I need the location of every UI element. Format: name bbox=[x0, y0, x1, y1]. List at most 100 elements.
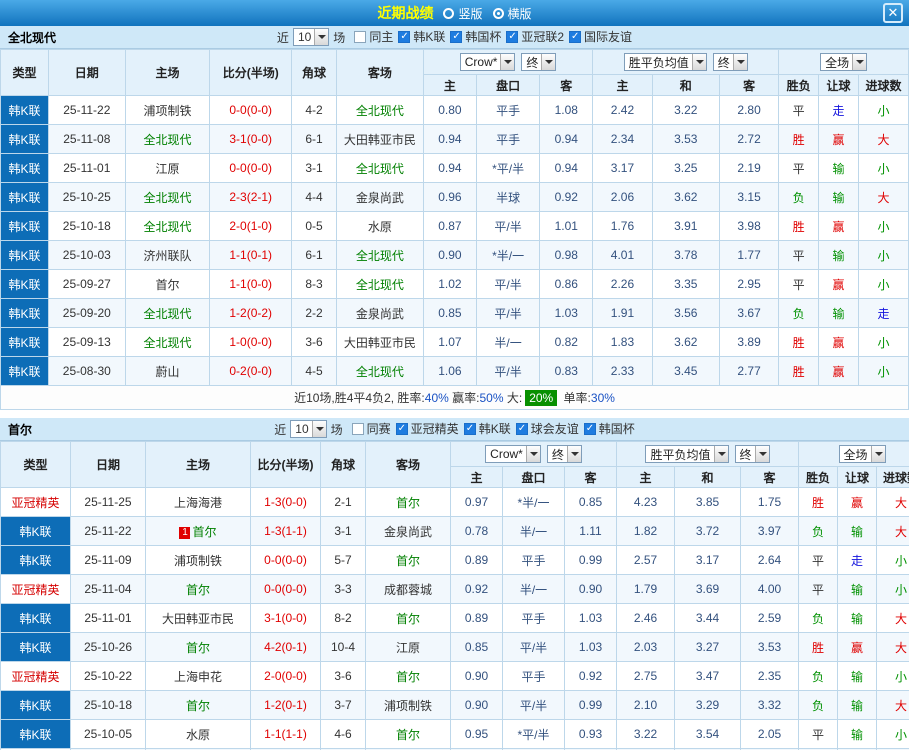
avg-home-cell: 1.79 bbox=[616, 574, 675, 604]
filter-checkbox[interactable]: 亚冠联2 bbox=[506, 28, 564, 45]
team-name-text: 全北现代 bbox=[355, 277, 404, 292]
corner-cell: 3-6 bbox=[320, 661, 366, 691]
avg-away-cell: 2.77 bbox=[718, 356, 780, 386]
odds-away-cell: 0.86 bbox=[539, 269, 594, 299]
league-cell: 韩K联 bbox=[0, 211, 49, 241]
avg-home-cell: 2.75 bbox=[616, 661, 675, 691]
scope-select[interactable]: 全场 bbox=[838, 445, 886, 463]
filter-checkbox[interactable]: 韩K联 bbox=[463, 420, 511, 437]
date-cell: 25-10-22 bbox=[70, 661, 146, 691]
home-team-cell: 首尔 bbox=[145, 632, 251, 662]
date-cell: 25-11-01 bbox=[48, 153, 126, 183]
winloss-cell: 平 bbox=[778, 269, 820, 299]
recent-count-select[interactable]: 10 bbox=[290, 420, 327, 438]
odds-away-cell: 1.03 bbox=[539, 298, 594, 328]
home-team-cell: 全北现代 bbox=[124, 211, 211, 241]
filter-checkbox[interactable]: 韩国杯 bbox=[583, 420, 635, 437]
team-name-text: 全北现代 bbox=[143, 219, 192, 234]
col-away: 客场 bbox=[365, 441, 451, 488]
filter-checkbox[interactable]: 亚冠精英 bbox=[395, 420, 459, 437]
team-name-text: 金泉尚武 bbox=[383, 524, 432, 539]
radio-unselected-icon bbox=[443, 7, 455, 19]
filter-checkbox-label: 国际友谊 bbox=[584, 30, 633, 45]
col-avg-home: 主 bbox=[592, 74, 653, 96]
avg-home-cell: 2.34 bbox=[592, 124, 653, 154]
odds-home-cell: 0.96 bbox=[422, 182, 477, 212]
winloss-cell: 胜 bbox=[778, 124, 820, 154]
home-team-cell: 首尔 bbox=[145, 690, 251, 720]
handicap-cell: 平/半 bbox=[475, 298, 541, 328]
odds-away-cell: 1.08 bbox=[539, 95, 594, 125]
team-name-text: 济州联队 bbox=[143, 248, 192, 263]
radio-vertical[interactable]: 竖版 bbox=[443, 5, 483, 22]
home-team-cell: 江原 bbox=[124, 153, 211, 183]
home-team-cell: 全北现代 bbox=[124, 327, 211, 357]
radio-horizontal-label: 横版 bbox=[507, 6, 532, 21]
avg-draw-cell: 3.35 bbox=[651, 269, 720, 299]
league-cell: 亚冠精英 bbox=[0, 661, 71, 691]
home-team-cell: 浦项制铁 bbox=[145, 545, 251, 575]
avg-home-cell: 4.01 bbox=[592, 240, 653, 270]
winloss-cell: 负 bbox=[798, 603, 839, 633]
recent-count-select[interactable]: 10 bbox=[292, 28, 330, 46]
avg-odds-select[interactable]: 胜平负均值 bbox=[645, 445, 729, 463]
avg-away-cell: 2.19 bbox=[718, 153, 780, 183]
filter-checkbox[interactable]: 韩国杯 bbox=[450, 28, 501, 45]
team-name-text: 江原 bbox=[155, 161, 180, 176]
handicap-result-cell: 输 bbox=[818, 240, 859, 270]
away-team-cell: 全北现代 bbox=[336, 356, 424, 386]
corner-cell: 3-6 bbox=[291, 327, 337, 357]
handicap-result-cell: 赢 bbox=[818, 124, 859, 154]
col-winloss: 胜负 bbox=[798, 466, 839, 488]
away-team-cell: 金泉尚武 bbox=[336, 182, 424, 212]
near-label: 近 bbox=[274, 422, 287, 437]
score-cell: 1-1(0-0) bbox=[209, 269, 293, 299]
goals-cell: 大 bbox=[857, 182, 909, 212]
chevron-down-icon bbox=[566, 446, 581, 462]
avg-away-cell: 3.67 bbox=[718, 298, 780, 328]
winloss-cell: 平 bbox=[778, 240, 820, 270]
team-name-text: 大田韩亚市民 bbox=[161, 611, 234, 626]
goals-cell: 大 bbox=[876, 516, 909, 546]
table-row: 韩K联 25-11-01 大田韩亚市民 3-1(0-0) 8-2 首尔 0.89… bbox=[0, 603, 909, 633]
filter-checkbox[interactable]: 球会友谊 bbox=[515, 420, 579, 437]
odds-away-cell: 0.85 bbox=[564, 487, 617, 517]
avg-final-value: 终 bbox=[717, 55, 730, 70]
filter-checkbox[interactable]: 同赛 bbox=[351, 420, 391, 437]
avg-final-select[interactable]: 终 bbox=[712, 53, 748, 71]
filter-checkbox[interactable]: 韩K联 bbox=[398, 28, 445, 45]
avg-odds-select[interactable]: 胜平负均值 bbox=[623, 53, 707, 71]
summary-text: 50% bbox=[479, 390, 504, 405]
red-card-badge: 1 bbox=[179, 526, 191, 539]
winloss-cell: 胜 bbox=[778, 356, 820, 386]
avg-final-select[interactable]: 终 bbox=[734, 445, 770, 463]
odds-company-select[interactable]: Crow* bbox=[459, 53, 516, 71]
team-section: 全北现代 近 10 场 同主韩K联韩国杯亚冠联2国际友谊 类型 日期 主场 比分… bbox=[0, 26, 909, 410]
goals-cell: 小 bbox=[876, 661, 909, 691]
corner-cell: 8-3 bbox=[291, 269, 337, 299]
handicap-cell: 半/一 bbox=[502, 516, 565, 546]
filter-checkbox[interactable]: 同主 bbox=[354, 28, 393, 45]
date-cell: 25-10-18 bbox=[70, 690, 146, 720]
date-cell: 25-11-09 bbox=[70, 545, 146, 575]
score-cell: 1-3(0-0) bbox=[250, 487, 321, 517]
team-name-text: 金泉尚武 bbox=[355, 190, 404, 205]
corner-cell: 0-5 bbox=[291, 211, 337, 241]
date-cell: 25-11-08 bbox=[48, 124, 126, 154]
col-home: 主场 bbox=[145, 441, 251, 488]
filter-bar: 近 10 场 同赛 亚冠精英 韩K联 球会友谊 韩国杯 bbox=[0, 420, 909, 438]
odds-final-select[interactable]: 终 bbox=[546, 445, 582, 463]
scope-select[interactable]: 全场 bbox=[820, 53, 868, 71]
odds-final-select[interactable]: 终 bbox=[521, 53, 557, 71]
odds-company-select[interactable]: Crow* bbox=[485, 445, 541, 463]
avg-draw-cell: 3.27 bbox=[674, 632, 741, 662]
summary-text: 40% bbox=[424, 390, 449, 405]
filter-checkbox[interactable]: 国际友谊 bbox=[569, 28, 632, 45]
corner-cell: 3-3 bbox=[320, 574, 366, 604]
close-icon[interactable]: ✕ bbox=[883, 3, 903, 23]
winloss-cell: 平 bbox=[798, 574, 839, 604]
radio-horizontal[interactable]: 横版 bbox=[492, 5, 532, 22]
goals-cell: 大 bbox=[876, 690, 909, 720]
odds-home-cell: 0.80 bbox=[422, 95, 477, 125]
team-name-text: 全北现代 bbox=[143, 190, 192, 205]
